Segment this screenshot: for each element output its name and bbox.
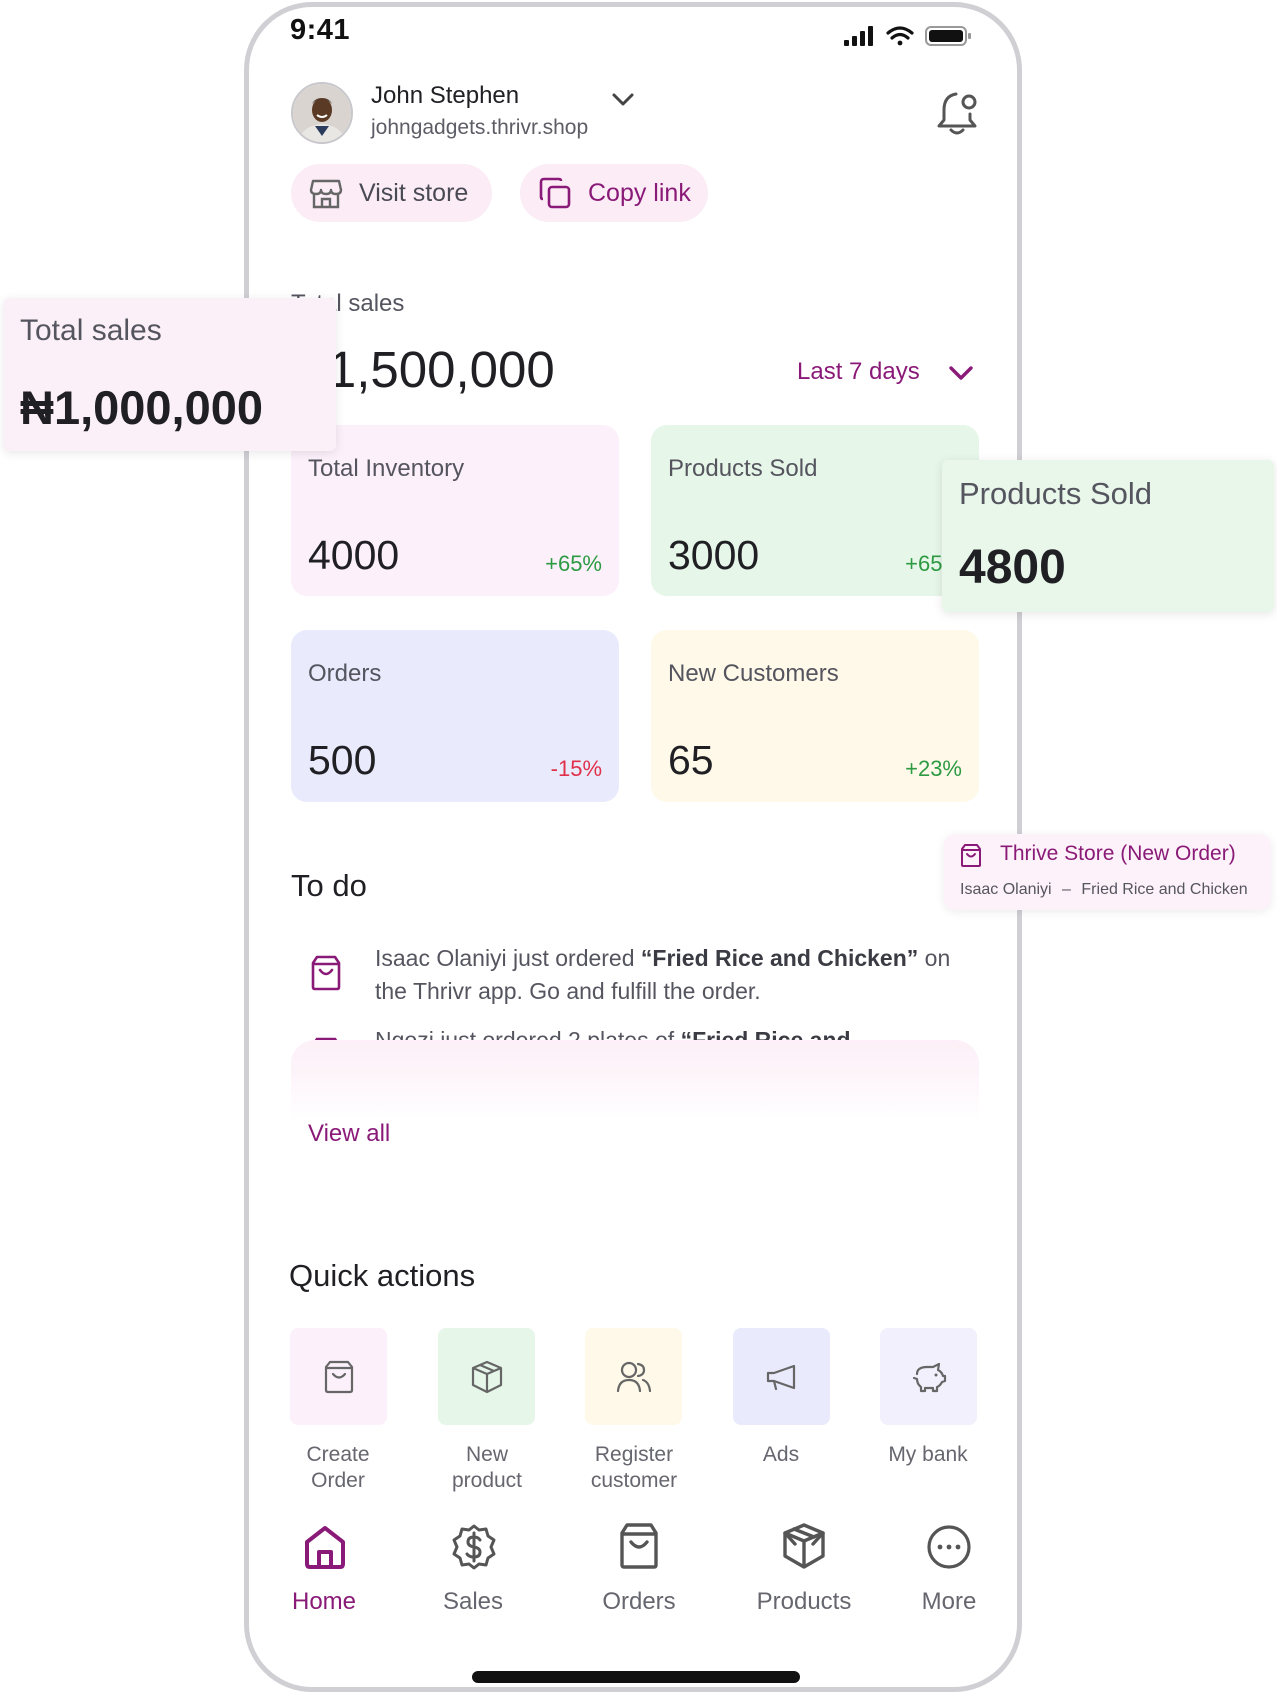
piggy-bank-icon <box>912 1362 946 1392</box>
stat-change: +23% <box>905 756 962 781</box>
register-customer-button[interactable] <box>585 1328 682 1425</box>
floating-products-value: 4800 <box>959 541 1066 594</box>
notification-detail: Isaac Olaniyi – Fried Rice and Chicken <box>960 881 1248 899</box>
stat-value: 3000 <box>668 532 760 578</box>
register-customer-label: Register customer <box>569 1442 699 1494</box>
quick-action-label-line: New <box>465 1443 508 1466</box>
todo-item-highlight: “Fried Rice and Chicken” <box>640 945 919 971</box>
my-bank-label: My bank <box>863 1442 993 1468</box>
notification-item: Fried Rice and Chicken <box>1081 881 1248 898</box>
stat-label: Orders <box>308 660 382 687</box>
battery-icon <box>925 26 971 46</box>
notification-customer: Isaac Olaniyi <box>960 881 1052 898</box>
visit-store-label: Visit store <box>359 178 469 207</box>
quick-actions-title: Quick actions <box>289 1258 476 1293</box>
phone-frame <box>244 2 1022 1692</box>
dollar-badge-icon <box>452 1524 496 1570</box>
quick-action-label-line: Ads <box>762 1443 800 1466</box>
bag-icon <box>961 844 981 867</box>
signal-icon <box>844 26 873 46</box>
megaphone-icon <box>766 1364 795 1390</box>
quick-action-label-line: product <box>451 1469 523 1492</box>
avatar-photo-icon <box>293 84 351 142</box>
nav-more[interactable]: More <box>879 1520 1019 1620</box>
user-name: John Stephen <box>371 82 520 109</box>
period-selector[interactable]: Last 7 days <box>797 358 920 386</box>
stat-value: 4000 <box>308 532 400 578</box>
todo-item[interactable]: Isaac Olaniyi just ordered “Fried Rice a… <box>375 942 975 1008</box>
visit-store-button[interactable]: Visit store <box>291 164 492 222</box>
box-icon <box>471 1360 502 1393</box>
nav-products[interactable]: Products <box>734 1520 874 1620</box>
quick-action-label-line: Order <box>311 1469 365 1492</box>
view-all-link[interactable]: View all <box>308 1120 390 1148</box>
more-dots-icon <box>927 1525 971 1569</box>
home-indicator[interactable] <box>472 1671 800 1683</box>
quick-action-label-line: My bank <box>888 1443 968 1466</box>
stat-value: 500 <box>308 737 377 783</box>
todo-title: To do <box>291 868 367 903</box>
home-icon <box>305 1526 345 1569</box>
period-chevron-icon[interactable] <box>948 364 974 382</box>
new-product-button[interactable] <box>438 1328 535 1425</box>
status-time: 9:41 <box>290 14 351 46</box>
create-order-label: Create Order <box>273 1442 403 1494</box>
notification-separator: – <box>1062 881 1071 898</box>
nav-home[interactable]: Home <box>254 1520 394 1620</box>
floating-order-notification[interactable]: Thrive Store (New Order) Isaac Olaniyi –… <box>944 834 1271 910</box>
copy-link-label: Copy link <box>588 178 691 207</box>
floating-products-label: Products Sold <box>959 476 1152 511</box>
stat-card-orders[interactable]: Orders 500 -15% <box>291 630 619 802</box>
notification-bell-icon[interactable] <box>934 88 982 138</box>
nav-label: Products <box>756 1588 852 1615</box>
new-product-label: New product <box>422 1442 552 1494</box>
status-icons <box>844 26 971 46</box>
floating-sales-value: ₦1,000,000 <box>20 381 264 434</box>
nav-label: Home <box>291 1588 357 1615</box>
stat-card-inventory[interactable]: Total Inventory 4000 +65% <box>291 425 619 596</box>
bag-icon <box>324 1360 353 1393</box>
stat-change: +65% <box>545 551 602 576</box>
store-icon <box>309 179 343 209</box>
stat-card-new-customers[interactable]: New Customers 65 +23% <box>651 630 979 802</box>
floating-products-sold-card: Products Sold 4800 <box>942 460 1274 612</box>
nav-label: More <box>921 1588 977 1615</box>
period-label: Last 7 days <box>797 358 920 385</box>
stat-value: 65 <box>668 737 714 783</box>
stat-card-products-sold[interactable]: Products Sold 3000 +65% <box>651 425 979 596</box>
store-url: johngadgets.thrivr.shop <box>371 116 589 139</box>
orders-bag-icon <box>620 1523 658 1569</box>
todo-fade-overlay <box>291 1040 979 1120</box>
notification-title: Thrive Store (New Order) <box>1000 842 1236 865</box>
ads-label: Ads <box>716 1442 846 1468</box>
my-bank-button[interactable] <box>880 1328 977 1425</box>
nav-orders[interactable]: Orders <box>569 1520 709 1620</box>
floating-total-sales-card: Total sales ₦1,000,000 <box>4 298 336 451</box>
nav-label: Sales <box>442 1588 504 1615</box>
create-order-button[interactable] <box>290 1328 387 1425</box>
stat-label: Total Inventory <box>308 455 465 482</box>
quick-action-label-line: Create <box>306 1443 370 1466</box>
nav-label: Orders <box>602 1588 676 1615</box>
products-box-icon <box>783 1523 825 1569</box>
users-icon <box>616 1361 651 1392</box>
quick-action-label-line: Register <box>594 1443 674 1466</box>
chevron-down-icon[interactable] <box>611 92 635 108</box>
ads-button[interactable] <box>733 1328 830 1425</box>
shopping-bag-icon <box>311 955 341 991</box>
todo-item-clipped: Ngozi just ordered 2 plates of “Fried Ri… <box>291 1020 991 1042</box>
nav-sales[interactable]: Sales <box>403 1520 543 1620</box>
stat-change: -15% <box>550 756 602 781</box>
copy-link-button[interactable]: Copy link <box>520 164 708 222</box>
stat-label: Products Sold <box>668 455 818 482</box>
floating-sales-label: Total sales <box>20 314 162 347</box>
wifi-icon <box>886 26 914 46</box>
avatar[interactable] <box>291 82 353 144</box>
quick-action-label-line: customer <box>590 1469 678 1492</box>
todo-item-text: Isaac Olaniyi just ordered <box>375 945 641 971</box>
stat-label: New Customers <box>668 660 839 687</box>
copy-icon <box>539 177 571 209</box>
